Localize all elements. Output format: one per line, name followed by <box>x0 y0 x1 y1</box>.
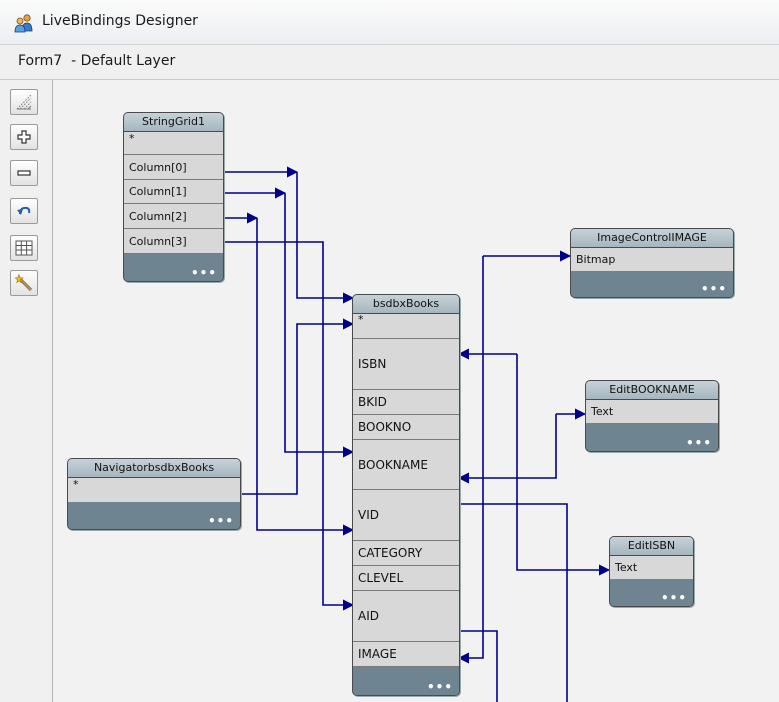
member-image[interactable]: IMAGE <box>353 642 459 667</box>
wizard-icon <box>15 274 33 292</box>
zoom-out-icon <box>17 170 31 176</box>
grid-icon <box>16 94 32 110</box>
grid-button[interactable] <box>10 89 38 115</box>
member-isbn[interactable]: ISBN <box>353 339 459 390</box>
window-title: LiveBindings Designer <box>42 13 198 29</box>
people-icon <box>14 14 33 33</box>
member-text[interactable]: Text <box>586 400 718 424</box>
node-title: StringGrid1 <box>124 113 223 132</box>
designer-canvas[interactable]: StringGrid1 * Column[0] Column[1] Column… <box>53 80 779 702</box>
undo-icon <box>17 206 31 215</box>
node-stringgrid1[interactable]: StringGrid1 * Column[0] Column[1] Column… <box>123 112 224 282</box>
member-star[interactable]: * <box>124 132 223 155</box>
wire-column3-aid <box>223 241 355 611</box>
title-bar: LiveBindings Designer <box>0 0 779 45</box>
layout-button[interactable] <box>10 235 38 261</box>
member-bookno[interactable]: BOOKNO <box>353 415 459 440</box>
member-clevel[interactable]: CLEVEL <box>353 566 459 591</box>
layout-icon <box>15 240 33 256</box>
more-icon[interactable]: ••• <box>686 437 712 449</box>
member-aid[interactable]: AID <box>353 591 459 642</box>
undo-button[interactable] <box>10 198 38 224</box>
zoom-in-icon <box>17 130 31 144</box>
layer-title: Form7 - Default Layer <box>18 53 176 69</box>
side-toolbar <box>0 80 52 702</box>
member-column1[interactable]: Column[1] <box>124 180 223 204</box>
member-text[interactable]: Text <box>610 556 693 580</box>
node-editisbn[interactable]: EditISBN Text ••• <box>609 536 694 607</box>
more-icon[interactable]: ••• <box>427 681 453 693</box>
member-column2[interactable]: Column[2] <box>124 204 223 229</box>
node-title: ImageControlIMAGE <box>571 229 733 248</box>
node-title: NavigatorbsdbxBooks <box>68 459 240 478</box>
member-star[interactable]: * <box>353 314 459 339</box>
wire-aid-out <box>459 630 498 702</box>
node-imagecontrolimage[interactable]: ImageControlIMAGE Bitmap ••• <box>570 228 734 298</box>
more-icon[interactable]: ••• <box>208 515 234 527</box>
member-column0[interactable]: Column[0] <box>124 155 223 180</box>
node-title: EditBOOKNAME <box>586 381 718 400</box>
wizard-button[interactable] <box>10 270 38 296</box>
member-category[interactable]: CATEGORY <box>353 541 459 566</box>
node-bsdbxbooks[interactable]: bsdbxBooks * ISBN BKID BOOKNO BOOKNAME V… <box>352 294 460 696</box>
member-bitmap[interactable]: Bitmap <box>571 248 733 272</box>
more-icon[interactable]: ••• <box>701 283 727 295</box>
node-editbookname[interactable]: EditBOOKNAME Text ••• <box>585 380 719 452</box>
member-column3[interactable]: Column[3] <box>124 229 223 254</box>
wire-vid-out <box>459 503 568 702</box>
node-navigatorbsdbxbooks[interactable]: NavigatorbsdbxBooks * ••• <box>67 458 241 530</box>
more-icon[interactable]: ••• <box>191 267 217 279</box>
layer-header: Form7 - Default Layer <box>0 45 779 80</box>
zoom-in-button[interactable] <box>10 124 38 150</box>
member-star[interactable]: * <box>68 478 240 503</box>
more-icon[interactable]: ••• <box>661 592 687 604</box>
member-bookname[interactable]: BOOKNAME <box>353 440 459 490</box>
member-vid[interactable]: VID <box>353 490 459 541</box>
node-title: bsdbxBooks <box>353 295 459 314</box>
zoom-out-button[interactable] <box>10 160 38 186</box>
node-title: EditISBN <box>610 537 693 556</box>
member-bkid[interactable]: BKID <box>353 390 459 415</box>
